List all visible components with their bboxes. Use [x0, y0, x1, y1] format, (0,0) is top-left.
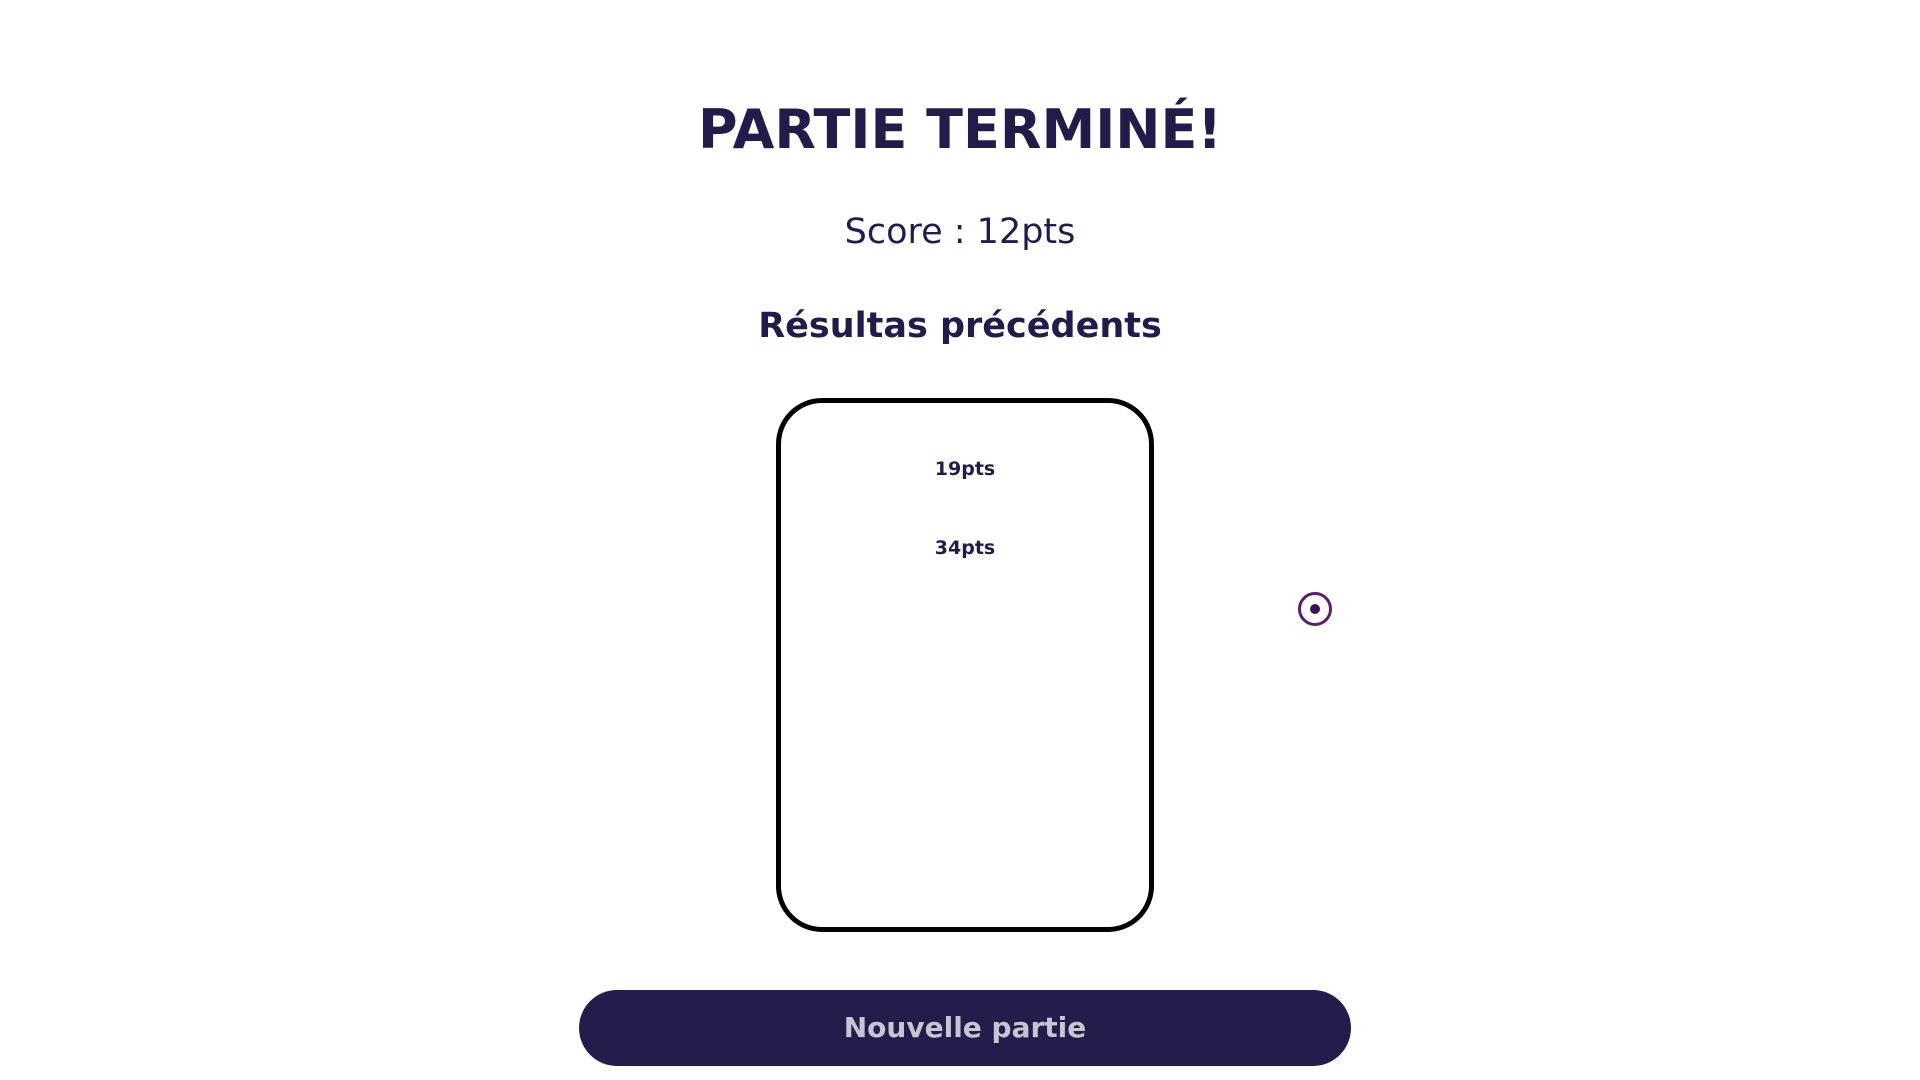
list-item: 19pts — [934, 458, 996, 480]
previous-results-panel: 19pts 34pts — [776, 398, 1154, 932]
radio-target-icon — [1298, 592, 1332, 626]
page-title: PARTIE TERMINÉ! — [697, 98, 1223, 161]
previous-results-heading: Résultas précédents — [758, 306, 1162, 346]
target-dot — [1310, 604, 1320, 614]
current-score: Score : 12pts — [844, 212, 1076, 252]
new-game-button[interactable]: Nouvelle partie — [579, 990, 1351, 1066]
list-item: 34pts — [934, 537, 996, 559]
previous-results-list: 19pts 34pts — [781, 457, 1149, 615]
